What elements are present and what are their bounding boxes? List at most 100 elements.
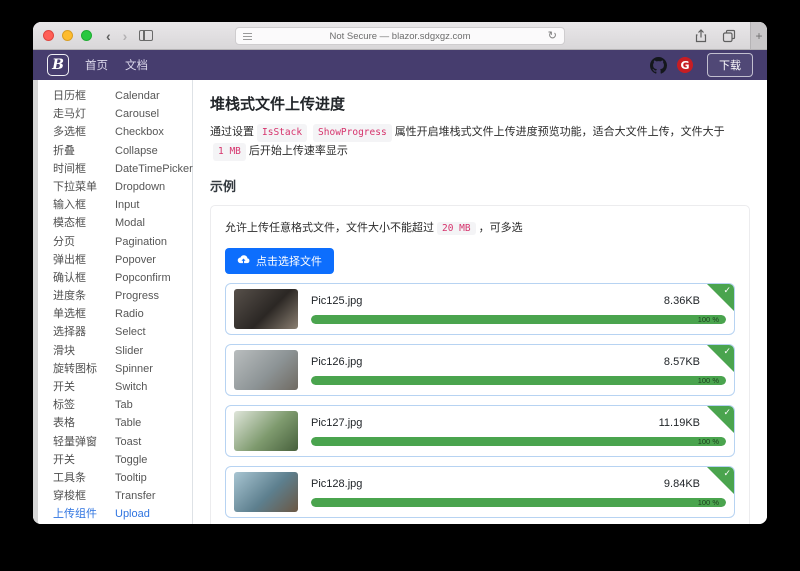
sidebar-item-label-en: Dropdown: [115, 178, 165, 196]
file-row-header: Pic125.jpg8.36KB: [311, 295, 726, 307]
app-logo[interactable]: B: [47, 54, 69, 76]
sidebar-item-label-zh: 穿梭框: [53, 487, 115, 505]
file-name: Pic125.jpg: [311, 295, 362, 307]
text-run: 通过设置: [210, 126, 254, 138]
reader-mode-icon[interactable]: [243, 33, 252, 41]
check-icon: ✓: [723, 407, 731, 418]
upload-file-list: Pic125.jpg8.36KB100 %✓Pic126.jpg8.57KB10…: [225, 283, 735, 518]
sidebar-item-input[interactable]: 输入框Input: [53, 196, 192, 214]
sidebar-item-spinner[interactable]: 旋转图标Spinner: [53, 360, 192, 378]
address-bar[interactable]: Not Secure — blazor.sdgxgz.com ↻: [235, 27, 565, 45]
code-chip: 20 MB: [437, 222, 476, 235]
sidebar-item-collapse[interactable]: 折叠Collapse: [53, 142, 192, 160]
upload-hint: 允许上传任意格式文件，文件大小不能超过20 MB，可多选: [225, 219, 735, 235]
sidebar-item-label-zh: 分页: [53, 233, 115, 251]
download-button[interactable]: 下载: [707, 53, 753, 77]
sidebar-item-dropdown[interactable]: 下拉菜单Dropdown: [53, 178, 192, 196]
close-button[interactable]: [43, 30, 54, 41]
demo-card: 允许上传任意格式文件，文件大小不能超过20 MB，可多选 点击选择文件 Pic1…: [210, 205, 750, 524]
sidebar-item-popover[interactable]: 弹出框Popover: [53, 251, 192, 269]
reload-icon[interactable]: ↻: [548, 29, 557, 42]
sidebar-item-label-en: DateTimePicker: [115, 160, 193, 178]
sidebar-item-label-zh: 旋转图标: [53, 360, 115, 378]
tab-overview-icon[interactable]: [722, 29, 736, 43]
browser-window: ‹ › Not Secure — blazor.sdgxgz.com ↻ +: [33, 22, 767, 524]
file-thumbnail: [234, 472, 298, 512]
share-icon[interactable]: [694, 29, 708, 43]
nav-docs[interactable]: 文档: [125, 57, 148, 73]
sidebar-item-label-zh: 确认框: [53, 269, 115, 287]
file-info: Pic127.jpg11.19KB100 %: [311, 416, 726, 446]
sidebar-item-label-en: Tooltip: [115, 469, 147, 487]
sidebar-item-transfer[interactable]: 穿梭框Transfer: [53, 487, 192, 505]
file-info: Pic126.jpg8.57KB100 %: [311, 355, 726, 385]
file-row-header: Pic127.jpg11.19KB: [311, 417, 726, 429]
sidebar-item-label-zh: 弹出框: [53, 251, 115, 269]
sidebar-item-label-en: Radio: [115, 305, 144, 323]
check-icon: ✓: [723, 285, 731, 296]
text-run: ，可多选: [479, 222, 523, 234]
minimize-button[interactable]: [62, 30, 73, 41]
sidebar-item-label-en: Calendar: [115, 87, 160, 105]
page-description: 通过设置IsStackShowProgress属性开启堆栈式文件上传进度预览功能…: [210, 123, 750, 161]
sidebar-item-label-zh: 进度条: [53, 287, 115, 305]
check-icon: ✓: [723, 468, 731, 479]
github-icon[interactable]: [650, 57, 667, 74]
new-tab-icon[interactable]: +: [750, 22, 767, 49]
sidebar-item-datetimepicker[interactable]: 时间框DateTimePicker: [53, 160, 192, 178]
sidebar-item-switch[interactable]: 开关Switch: [53, 378, 192, 396]
progress-track: 100 %: [311, 315, 726, 324]
sidebar-item-label-en: Toggle: [115, 451, 147, 469]
sidebar-item-label-en: Popover: [115, 251, 156, 269]
forward-icon[interactable]: ›: [123, 29, 128, 43]
back-icon[interactable]: ‹: [106, 29, 111, 43]
file-row: Pic125.jpg8.36KB 100 % ✓: [225, 283, 735, 335]
sidebar-item-pagination[interactable]: 分页Pagination: [53, 233, 192, 251]
sidebar-item-slider[interactable]: 滑块Slider: [53, 342, 192, 360]
sidebar-toggle-icon[interactable]: [139, 30, 153, 41]
sidebar-item-tooltip[interactable]: 工具条Tooltip: [53, 469, 192, 487]
section-title: 示例: [210, 176, 750, 195]
sidebar-item-toast[interactable]: 轻量弹窗Toast: [53, 433, 192, 451]
zoom-button[interactable]: [81, 30, 92, 41]
nav-home[interactable]: 首页: [85, 57, 108, 73]
sidebar-item-calendar[interactable]: 日历框Calendar: [53, 87, 192, 105]
sidebar-list: 日历框Calendar走马灯Carousel多选框Checkbox折叠Colla…: [53, 87, 192, 524]
sidebar-item-carousel[interactable]: 走马灯Carousel: [53, 105, 192, 123]
sidebar-item-checkbox[interactable]: 多选框Checkbox: [53, 123, 192, 141]
sidebar-item-popconfirm[interactable]: 确认框Popconfirm: [53, 269, 192, 287]
sidebar-scrollbar[interactable]: [33, 80, 38, 524]
sidebar-item-tab[interactable]: 标签Tab: [53, 396, 192, 414]
progress-bar: [311, 376, 726, 385]
file-row-header: Pic126.jpg8.57KB: [311, 356, 726, 368]
sidebar-item-label-en: Table: [115, 414, 141, 432]
sidebar-item-upload[interactable]: 上传组件Upload: [53, 505, 192, 523]
url-text: Not Secure — blazor.sdgxgz.com: [330, 31, 471, 42]
sidebar-item-label-en: Checkbox: [115, 123, 164, 141]
file-thumbnail: [234, 350, 298, 390]
sidebar-item-label-en: Collapse: [115, 142, 158, 160]
check-icon: ✓: [723, 346, 731, 357]
sidebar-item-label-en: Spinner: [115, 360, 153, 378]
sidebar-item-label-en: Pagination: [115, 233, 167, 251]
code-chip: ShowProgress: [313, 124, 392, 142]
select-file-button-label: 点击选择文件: [256, 253, 322, 269]
sidebar-item-label-en: Tab: [115, 396, 133, 414]
progress-track: 100 %: [311, 498, 726, 507]
sidebar-item-radio[interactable]: 单选框Radio: [53, 305, 192, 323]
page-title: 堆栈式文件上传进度: [210, 93, 750, 114]
sidebar-item-table[interactable]: 表格Table: [53, 414, 192, 432]
sidebar-item-label-zh: 走马灯: [53, 105, 115, 123]
progress-bar: [311, 498, 726, 507]
sidebar-item-toggle[interactable]: 开关Toggle: [53, 451, 192, 469]
select-file-button[interactable]: 点击选择文件: [225, 248, 334, 274]
sidebar-item-label-zh: 轻量弹窗: [53, 433, 115, 451]
gitee-icon[interactable]: G: [677, 57, 693, 73]
sidebar-item-label-zh: 折叠: [53, 142, 115, 160]
sidebar-item-label-en: Progress: [115, 287, 159, 305]
sidebar-item-modal[interactable]: 模态框Modal: [53, 214, 192, 232]
component-sidebar: 日历框Calendar走马灯Carousel多选框Checkbox折叠Colla…: [33, 80, 193, 524]
sidebar-item-select[interactable]: 选择器Select: [53, 323, 192, 341]
code-chip: 1 MB: [213, 143, 246, 161]
sidebar-item-progress[interactable]: 进度条Progress: [53, 287, 192, 305]
